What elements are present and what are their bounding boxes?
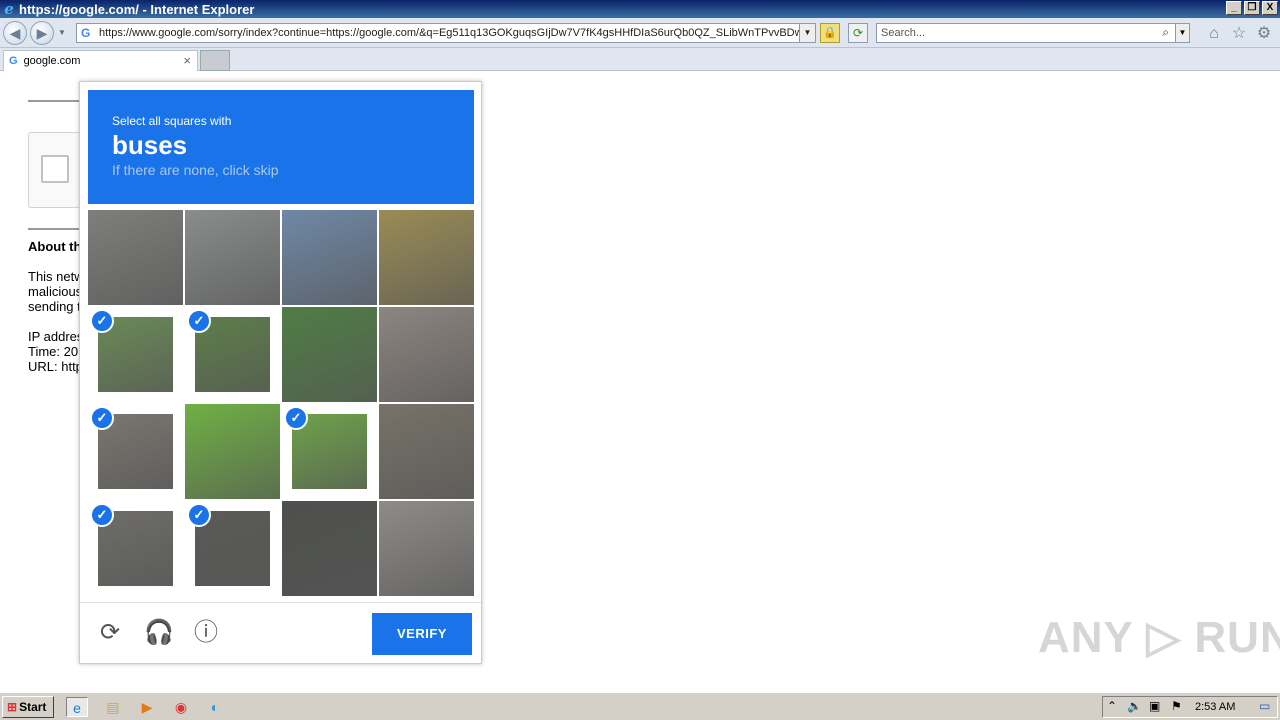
captcha-tile-image xyxy=(379,210,474,305)
captcha-tile-image xyxy=(185,404,280,499)
captcha-dialog: Select all squares with buses If there a… xyxy=(79,81,482,664)
captcha-tile-image xyxy=(282,307,377,402)
captcha-tile[interactable] xyxy=(379,210,474,305)
captcha-tile-image xyxy=(379,404,474,499)
paragraph-line: This netw xyxy=(28,269,84,284)
window-title: https://google.com/ - Internet Explorer xyxy=(19,1,255,17)
action-center-flag-icon[interactable]: ⚑ xyxy=(1171,699,1182,713)
anyrun-watermark: ANY ▷ RUN xyxy=(1038,613,1280,662)
captcha-tile[interactable] xyxy=(185,210,280,305)
captcha-target: buses xyxy=(112,130,188,160)
edge-icon[interactable]: ◐ xyxy=(204,697,226,717)
checkmark-icon: ✓ xyxy=(187,503,211,527)
search-icon[interactable]: ⌕ xyxy=(1162,25,1169,40)
checkmark-icon: ✓ xyxy=(90,406,114,430)
headphones-icon[interactable]: 🎧 xyxy=(144,619,174,647)
captcha-header: Select all squares with buses If there a… xyxy=(88,90,474,204)
captcha-tile-image xyxy=(379,501,474,596)
captcha-tile[interactable] xyxy=(379,307,474,402)
captcha-tile-image xyxy=(88,210,183,305)
network-icon[interactable]: ▣ xyxy=(1149,699,1160,713)
about-heading: About th xyxy=(28,239,82,254)
tray-expand-icon[interactable]: ⌃ xyxy=(1107,699,1117,713)
windows-logo-icon: ⊞ xyxy=(7,700,18,714)
media-player-icon[interactable]: ▶ xyxy=(136,697,158,717)
search-placeholder: Search... xyxy=(881,27,926,39)
checkmark-icon: ✓ xyxy=(90,309,114,333)
tab-bar: G google.com × xyxy=(0,48,1280,71)
address-bar[interactable]: G https://www.google.com/sorry/index?con… xyxy=(76,23,816,43)
folder-icon[interactable]: ▤ xyxy=(102,697,124,717)
restore-button[interactable]: ❐ xyxy=(1244,1,1260,15)
captcha-tile[interactable]: ✓ xyxy=(88,501,183,596)
show-desktop-icon[interactable]: ▭ xyxy=(1259,699,1270,713)
navigation-bar: ◀ ▶ ▼ G https://www.google.com/sorry/ind… xyxy=(0,18,1280,48)
address-dropdown-icon[interactable]: ▼ xyxy=(799,24,815,42)
refresh-button[interactable]: ⟳ xyxy=(848,23,868,43)
system-tray: ⌃ 🔈 ▣ ⚑ 2:53 AM ▭ xyxy=(1102,696,1278,718)
home-icon[interactable]: ⌂ xyxy=(1205,25,1223,43)
taskbar: ⊞ Start e ▤ ▶ ◉ ◐ ⌃ 🔈 ▣ ⚑ 2:53 AM ▭ xyxy=(0,692,1280,720)
window-titlebar: e https://google.com/ - Internet Explore… xyxy=(0,0,1280,18)
history-dropdown-icon[interactable]: ▼ xyxy=(58,28,66,37)
info-line: URL: http xyxy=(28,359,83,374)
search-dropdown-icon[interactable]: ▼ xyxy=(1175,24,1189,42)
gear-icon[interactable]: ⚙ xyxy=(1255,25,1273,43)
verify-button[interactable]: VERIFY xyxy=(372,613,472,655)
paragraph-line: sending t xyxy=(28,299,81,314)
captcha-tile[interactable]: ✓ xyxy=(185,501,280,596)
clock: 2:53 AM xyxy=(1195,701,1236,713)
captcha-tile-image xyxy=(379,307,474,402)
recaptcha-checkbox[interactable] xyxy=(41,155,69,183)
captcha-hint: If there are none, click skip xyxy=(112,162,279,178)
back-button[interactable]: ◀ xyxy=(3,21,27,45)
tab-google[interactable]: G google.com × xyxy=(3,50,198,71)
address-url: https://www.google.com/sorry/index?conti… xyxy=(99,27,809,39)
captcha-tile-image xyxy=(282,501,377,596)
google-favicon-icon: G xyxy=(9,55,18,67)
new-tab-button[interactable] xyxy=(200,50,230,71)
volume-icon[interactable]: 🔈 xyxy=(1127,699,1142,713)
minimize-button[interactable]: _ xyxy=(1226,1,1242,15)
info-line: IP addres xyxy=(28,329,84,344)
captcha-footer: ⟳ 🎧 ⓘ VERIFY xyxy=(80,602,481,664)
search-input[interactable]: Search... ⌕ ▼ xyxy=(876,23,1190,43)
start-label: Start xyxy=(19,700,47,714)
checkmark-icon: ✓ xyxy=(187,309,211,333)
paragraph-line: malicious xyxy=(28,284,83,299)
captcha-tile-image xyxy=(185,210,280,305)
info-icon[interactable]: ⓘ xyxy=(192,619,220,647)
google-favicon-icon: G xyxy=(81,26,91,40)
captcha-tile[interactable] xyxy=(379,501,474,596)
captcha-tile[interactable] xyxy=(379,404,474,499)
captcha-tile[interactable] xyxy=(282,210,377,305)
captcha-tile[interactable] xyxy=(282,307,377,402)
captcha-tile[interactable]: ✓ xyxy=(282,404,377,499)
forward-button[interactable]: ▶ xyxy=(30,21,54,45)
tab-label: google.com xyxy=(23,55,81,67)
captcha-tile[interactable] xyxy=(185,404,280,499)
lock-icon[interactable]: 🔒 xyxy=(820,23,840,43)
checkmark-icon: ✓ xyxy=(90,503,114,527)
tab-close-icon[interactable]: × xyxy=(183,53,191,68)
reload-icon[interactable]: ⟳ xyxy=(96,619,124,647)
captcha-tile[interactable]: ✓ xyxy=(88,307,183,402)
captcha-tile[interactable]: ✓ xyxy=(185,307,280,402)
start-button[interactable]: ⊞ Start xyxy=(2,696,54,718)
checkmark-icon: ✓ xyxy=(284,406,308,430)
ie-icon: e xyxy=(4,0,14,18)
captcha-tile[interactable] xyxy=(282,501,377,596)
captcha-tile-image xyxy=(282,210,377,305)
captcha-tile[interactable] xyxy=(88,210,183,305)
captcha-image-grid: ✓ ✓ ✓ ✓ ✓ ✓ xyxy=(88,210,474,596)
chrome-icon[interactable]: ◉ xyxy=(170,697,192,717)
favorites-star-icon[interactable]: ☆ xyxy=(1230,25,1248,43)
info-line: Time: 20 xyxy=(28,344,79,359)
captcha-instruction: Select all squares with xyxy=(112,114,232,128)
close-button[interactable]: X xyxy=(1262,1,1278,15)
ie-taskbar-icon[interactable]: e xyxy=(66,697,88,717)
captcha-tile[interactable]: ✓ xyxy=(88,404,183,499)
